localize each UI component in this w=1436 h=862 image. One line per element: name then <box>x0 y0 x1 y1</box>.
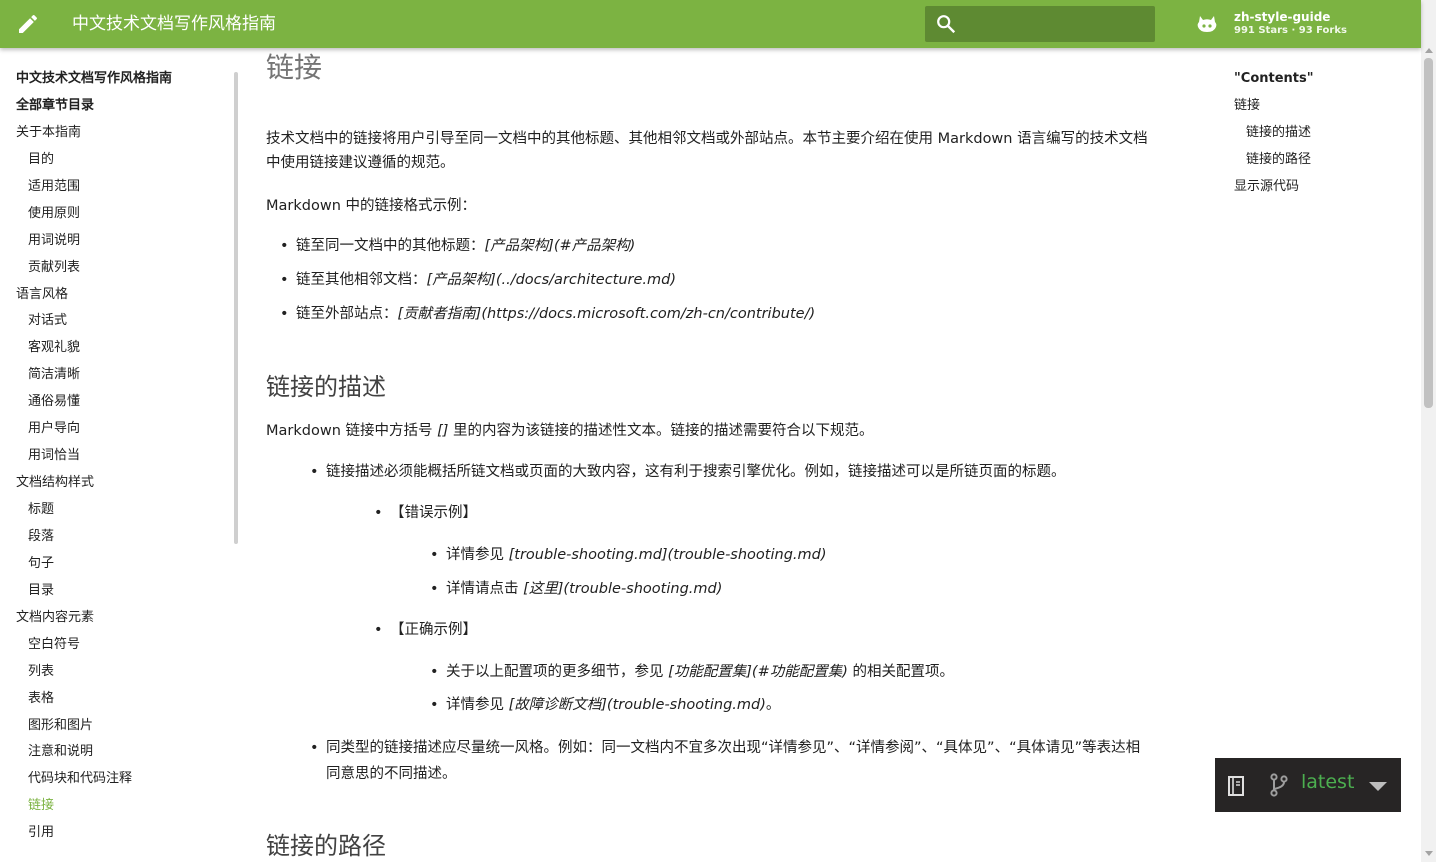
toc-item-link-path[interactable]: 链接的路径 <box>1246 150 1311 170</box>
edit-icon[interactable] <box>16 12 40 36</box>
scroll-down-arrow[interactable] <box>1425 851 1433 856</box>
nav-item-conversational[interactable]: 对话式 <box>28 311 67 331</box>
nav-item-contributors[interactable]: 贡献列表 <box>28 258 80 278</box>
list-item: 详情请点击 [这里](trouble-shooting.md) <box>430 576 723 602</box>
repo-name: zh-style-guide <box>1234 10 1331 24</box>
nav-item-headings[interactable]: 标题 <box>28 500 54 520</box>
link-example: [功能配置集](#功能配置集) <box>668 664 848 680</box>
search-icon[interactable] <box>935 13 957 35</box>
sidebar-scrollbar[interactable] <box>234 72 238 544</box>
nav-item-guide-home[interactable]: 中文技术文档写作风格指南 <box>16 69 172 89</box>
nav-item-user-oriented[interactable]: 用户导向 <box>28 419 80 439</box>
list-item: 详情参见 [故障诊断文档](trouble-shooting.md)。 <box>430 692 780 718</box>
nav-item-toc[interactable]: 目录 <box>28 581 54 601</box>
list-item: 链至同一文档中的其他标题：[产品架构](#产品架构) <box>280 233 636 259</box>
list-item-right-label: 【正确示例】 <box>374 617 477 643</box>
nav-item-content-elements[interactable]: 文档内容元素 <box>16 608 94 628</box>
nav-item-lists[interactable]: 列表 <box>28 662 54 682</box>
repo-link[interactable]: zh-style-guide 991 Stars · 93 Forks <box>1196 8 1396 40</box>
list-item: 链至其他相邻文档：[产品架构](../docs/architecture.md) <box>280 267 677 293</box>
nav-item-plain[interactable]: 通俗易懂 <box>28 392 80 412</box>
git-branch-icon <box>1270 773 1288 797</box>
list-item: 详情参见 [trouble-shooting.md](trouble-shoot… <box>430 542 827 568</box>
format-intro: Markdown 中的链接格式示例： <box>266 198 476 214</box>
link-example: [产品架构](#产品架构) <box>484 238 636 254</box>
chevron-down-icon[interactable] <box>1369 782 1387 791</box>
link-example: [故障诊断文档](trouble-shooting.md) <box>508 697 766 713</box>
nav-item-figures[interactable]: 图形和图片 <box>28 716 93 736</box>
nav-item-all-chapters[interactable]: 全部章节目录 <box>16 96 94 116</box>
link-example: [产品架构](../docs/architecture.md) <box>426 272 677 288</box>
nav-item-principles[interactable]: 使用原则 <box>28 204 80 224</box>
nav-item-about[interactable]: 关于本指南 <box>16 123 81 143</box>
section-heading-link-description: 链接的描述 <box>266 373 386 401</box>
description-intro: Markdown 链接中方括号 [] 里的内容为该链接的描述性文本。链接的描述需… <box>266 423 874 439</box>
search-input[interactable] <box>967 12 1147 36</box>
book-icon <box>1228 776 1244 796</box>
section-heading-link-path: 链接的路径 <box>266 832 386 860</box>
toc-item-show-source[interactable]: 显示源代码 <box>1234 177 1299 197</box>
nav-item-purpose[interactable]: 目的 <box>28 150 54 170</box>
page-title: 链接 <box>266 51 323 84</box>
nav-item-language-style[interactable]: 语言风格 <box>16 285 68 305</box>
nav-item-links[interactable]: 链接 <box>28 796 54 816</box>
nav-item-tables[interactable]: 表格 <box>28 689 54 709</box>
nav-item-paragraphs[interactable]: 段落 <box>28 527 54 547</box>
nav-item-objective[interactable]: 客观礼貌 <box>28 338 80 358</box>
toc-heading: "Contents" <box>1234 71 1314 86</box>
header-bar: 中文技术文档写作风格指南 zh-style-guide 991 Stars · … <box>0 0 1421 48</box>
scroll-up-arrow[interactable] <box>1425 48 1433 53</box>
nav-item-whitespace[interactable]: 空白符号 <box>28 635 80 655</box>
link-example: [trouble-shooting.md](trouble-shooting.m… <box>508 547 827 563</box>
toc-item-link-description[interactable]: 链接的描述 <box>1246 123 1311 143</box>
list-item: 链接描述必须能概括所链文档或页面的大致内容，这有利于搜索引擎优化。例如，链接描述… <box>310 459 1065 485</box>
list-item: 链至外部站点：[贡献者指南](https://docs.microsoft.co… <box>280 301 816 327</box>
nav-item-sentences[interactable]: 句子 <box>28 554 54 574</box>
nav-item-structure[interactable]: 文档结构样式 <box>16 473 94 493</box>
version-selector[interactable]: latest <box>1215 758 1401 812</box>
link-example: [贡献者指南](https://docs.microsoft.com/zh-cn… <box>397 306 816 322</box>
page-scrollbar[interactable] <box>1421 0 1436 862</box>
toc-item-links[interactable]: 链接 <box>1234 96 1260 116</box>
nav-item-scope[interactable]: 适用范围 <box>28 177 80 197</box>
scrollbar-thumb[interactable] <box>1424 58 1433 408</box>
list-item: 同类型的链接描述应尽量统一风格。例如：同一文档内不宜多次出现“详情参见”、“详情… <box>310 735 1152 787</box>
nav-item-concise[interactable]: 简洁清晰 <box>28 365 80 385</box>
list-item: 关于以上配置项的更多细节，参见 [功能配置集](#功能配置集) 的相关配置项。 <box>430 659 954 685</box>
list-item-wrong-label: 【错误示例】 <box>374 500 477 526</box>
version-label[interactable]: latest <box>1301 771 1354 793</box>
nav-item-quotes[interactable]: 引用 <box>28 823 54 843</box>
sidebar-nav: 中文技术文档写作风格指南 全部章节目录 关于本指南 目的 适用范围 使用原则 用… <box>0 48 240 862</box>
nav-item-code-blocks[interactable]: 代码块和代码注释 <box>28 769 132 789</box>
repo-stats: 991 Stars · 93 Forks <box>1234 25 1347 36</box>
github-icon <box>1197 16 1217 32</box>
link-example: [这里](trouble-shooting.md) <box>523 581 723 597</box>
nav-item-terminology[interactable]: 用词说明 <box>28 231 80 251</box>
site-title[interactable]: 中文技术文档写作风格指南 <box>72 12 276 36</box>
nav-item-word-choice[interactable]: 用词恰当 <box>28 446 80 466</box>
search-box[interactable] <box>925 6 1155 42</box>
intro-paragraph: 技术文档中的链接将用户引导至同一文档中的其他标题、其他相邻文档或外部站点。本节主… <box>266 131 1148 171</box>
nav-item-notes[interactable]: 注意和说明 <box>28 742 93 762</box>
